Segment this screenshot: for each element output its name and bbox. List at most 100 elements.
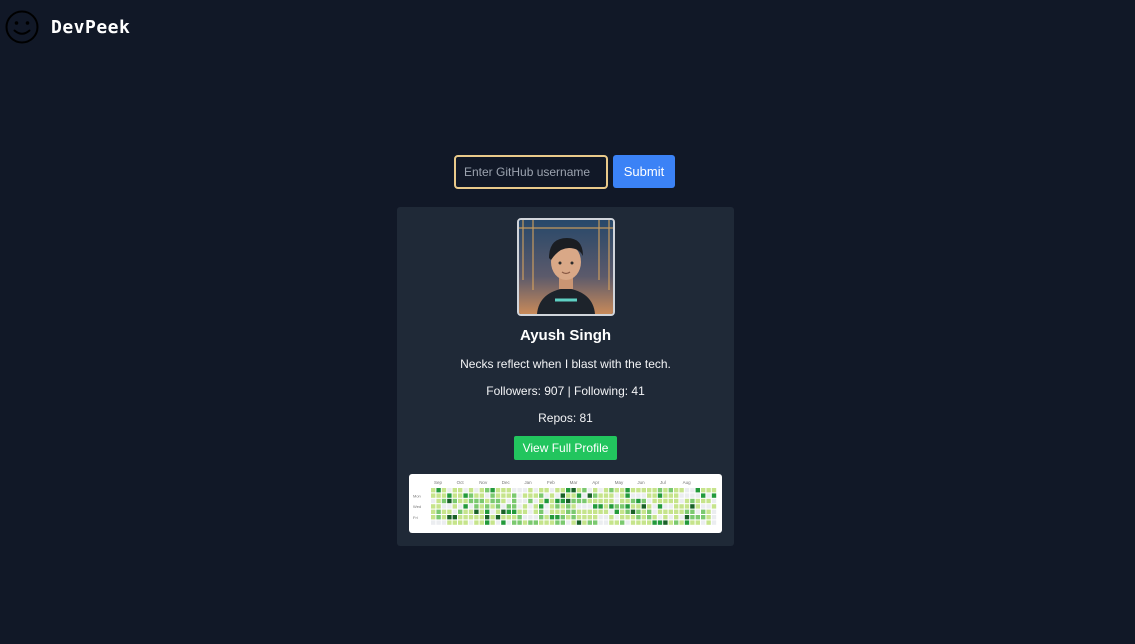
contribution-cell [452,498,457,504]
contribution-cell [468,498,474,504]
contribution-cell [625,520,630,525]
contribution-cell [571,488,576,493]
contribution-cell [657,498,663,504]
contribution-cell [641,493,646,498]
contribution-cell [431,515,436,520]
contribution-cell [495,493,501,498]
contribution-cell [441,488,447,493]
contribution-cell [468,509,474,514]
contribution-cell [517,509,522,514]
contribution-cell [674,520,679,525]
contribution-cell [436,504,441,509]
contribution-cell [695,488,700,493]
contribution-cell [663,515,668,520]
contribution-cell [620,515,625,520]
contribution-cell [598,504,603,509]
contribution-cell [501,488,506,493]
contribution-cell [544,488,549,493]
contribution-cell [609,504,614,509]
contribution-cell [593,504,598,509]
contribution-cell [657,493,663,498]
contribution-cell [452,493,457,498]
contribution-cell [684,498,690,504]
contribution-cell [647,504,652,509]
contribution-cell [528,515,533,520]
contribution-cell [711,493,717,498]
contribution-cell [549,498,555,504]
contribution-cell [711,520,717,525]
contribution-cell [674,504,679,509]
contribution-cell [695,509,700,514]
contribution-cell [706,488,711,493]
contribution-cell [657,515,663,520]
contribution-cell [549,504,555,509]
contribution-cell [663,520,668,525]
contribution-cell [555,509,560,514]
contribution-cell [560,504,565,509]
contribution-cell [431,498,436,504]
contribution-cell [512,504,517,509]
month-label: Jul [660,480,666,485]
contribution-cell [598,488,603,493]
contribution-cell [436,515,441,520]
contribution-cell [582,498,587,504]
contribution-cell [593,498,598,504]
contribution-cell [630,509,636,514]
contribution-cell [668,504,673,509]
contribution-cell [539,515,544,520]
contribution-cell [652,488,657,493]
view-full-profile-button[interactable]: View Full Profile [514,436,617,460]
contribution-cell [630,520,636,525]
contribution-cell [447,509,452,514]
contribution-cell [560,498,565,504]
contribution-cell [636,493,641,498]
contribution-cell [501,515,506,520]
submit-button[interactable]: Submit [613,155,675,188]
contribution-cell [620,498,625,504]
smiley-face-icon [5,10,39,44]
contribution-cell [711,488,717,493]
contribution-cell [636,498,641,504]
month-label: Feb [547,480,555,485]
contribution-cell [490,498,495,504]
contribution-cell [431,488,436,493]
contribution-cell [495,488,501,493]
contribution-cell [522,504,528,509]
contribution-cell [468,493,474,498]
contribution-cell [636,488,641,493]
contribution-cell [517,488,522,493]
app-logo[interactable]: DevPeek [5,10,130,44]
contribution-cell [501,493,506,498]
contribution-cell [436,520,441,525]
contribution-cell [555,488,560,493]
contribution-cell [512,509,517,514]
contribution-cell [501,520,506,525]
contribution-cell [512,498,517,504]
contribution-cell [603,493,609,498]
contribution-cell [458,515,463,520]
contribution-cell [533,515,538,520]
contribution-cell [593,520,598,525]
contribution-cell [647,515,652,520]
avatar [517,218,615,316]
username-input[interactable] [454,155,608,189]
profile-card: Ayush Singh Necks reflect when I blast w… [397,207,734,546]
contribution-cell [539,488,544,493]
contribution-cell [701,515,706,520]
contribution-cell [474,493,479,498]
month-label: Mar [570,480,578,485]
contribution-cell [625,515,630,520]
contribution-cell [695,515,700,520]
contribution-cell [630,504,636,509]
contribution-cell [614,520,619,525]
contribution-cell [495,520,501,525]
contribution-cell [674,488,679,493]
contribution-cell [533,498,538,504]
contribution-cell [647,488,652,493]
contribution-cell [679,515,684,520]
contribution-cell [614,488,619,493]
contribution-cell [468,515,474,520]
contribution-cell [647,498,652,504]
contribution-cell [452,520,457,525]
contribution-cell [506,493,511,498]
